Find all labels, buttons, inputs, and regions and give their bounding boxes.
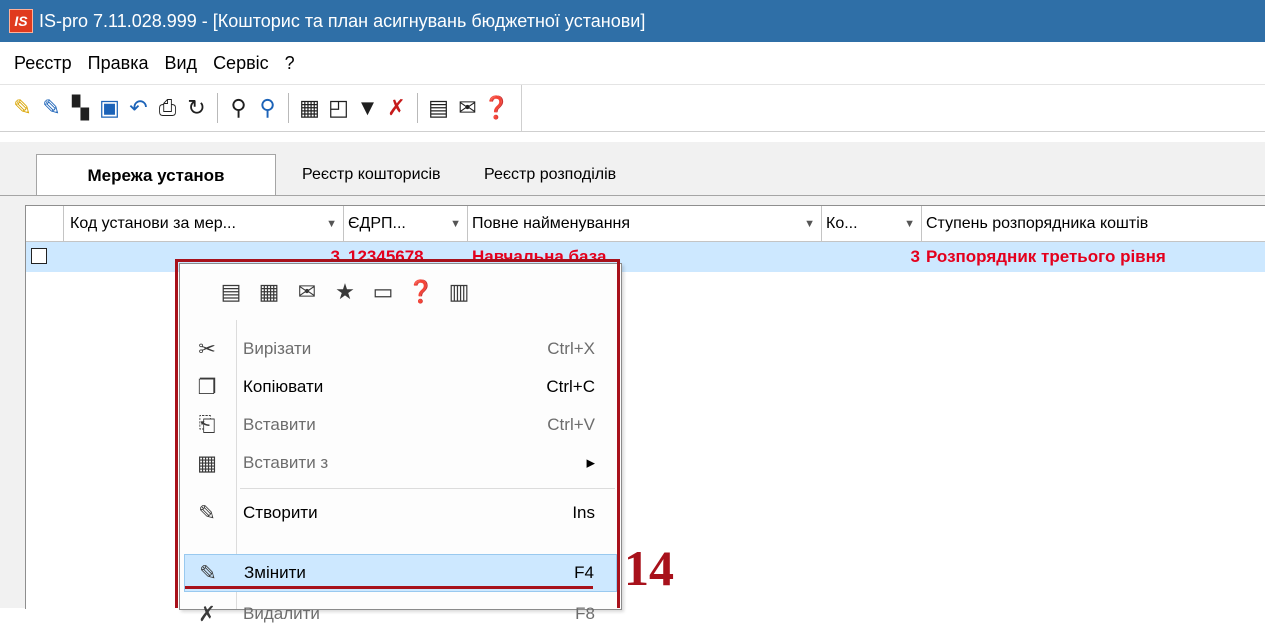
filter-arrow-icon[interactable]: ▼	[904, 218, 915, 230]
menu-item-delete-label: Видалити	[243, 604, 320, 623]
find-next-icon[interactable]: ⚲	[253, 92, 282, 124]
tab-estimates-registry[interactable]: Реєстр кошторисів	[302, 154, 441, 196]
grid-header: Код установи за мер... ▼ ЄДРП... ▼ Повне…	[26, 206, 1265, 242]
undo-icon[interactable]: ↶	[124, 92, 153, 124]
menu-item-copy[interactable]: ❐ Копіювати Ctrl+C	[180, 368, 621, 406]
calculator-icon[interactable]: ▤	[212, 276, 250, 308]
delete-icon: ✗	[198, 602, 216, 626]
menu-item-cut-shortcut: Ctrl+X	[547, 339, 595, 358]
menu-item-copy-shortcut: Ctrl+C	[546, 377, 595, 396]
row-checkbox[interactable]	[31, 248, 47, 264]
menu-item-paste-label: Вставити	[243, 415, 316, 434]
window-title: IS-pro 7.11.028.999 - [Кошторис та план …	[39, 10, 646, 31]
print-icon[interactable]: ⎙	[153, 92, 182, 124]
toolbar-end	[521, 85, 522, 131]
toolbar-separator	[288, 93, 289, 123]
menu-item-edit-shortcut: F4	[574, 563, 594, 582]
scissors-icon: ✂	[198, 337, 216, 361]
annotation-underline	[185, 586, 593, 589]
cell-level: Розпорядник третього рівня	[926, 247, 1166, 266]
edit-icon: ✎	[199, 561, 217, 585]
column-header-edrpou-label: ЄДРП...	[348, 214, 406, 232]
menu-item-copy-label: Копіювати	[243, 377, 324, 396]
calendar-icon[interactable]: ▦	[250, 276, 288, 308]
layout-icon[interactable]: ◰	[324, 92, 353, 124]
copy-icon: ❐	[197, 375, 217, 399]
column-header-full-name-label: Повне найменування	[472, 214, 631, 232]
menu-item-paste-shortcut: Ctrl+V	[547, 415, 595, 434]
tab-institution-network[interactable]: Мережа установ	[36, 154, 276, 197]
form-icon[interactable]: ▤	[424, 92, 453, 124]
create-icon[interactable]: ✎	[8, 92, 37, 124]
columns-icon[interactable]: ▥	[440, 276, 478, 308]
menu-item-create-shortcut: Ins	[572, 503, 595, 522]
annotation-step-number: 14	[624, 540, 674, 596]
column-header-ko-label: Ко...	[826, 214, 858, 232]
menu-item-cut[interactable]: ✂ Вирізати Ctrl+X	[180, 330, 621, 368]
save-icon[interactable]: ▣	[95, 92, 124, 124]
filter-icon[interactable]: ▼	[353, 92, 382, 124]
menu-item-edit-label: Змінити	[244, 563, 306, 582]
tab-allocations-registry[interactable]: Реєстр розподілів	[484, 154, 616, 196]
column-header-full-name[interactable]: Повне найменування ▼	[468, 206, 822, 241]
app-logo: IS	[9, 9, 33, 33]
tab-strip: Мережа установ Реєстр кошторисів Реєстр …	[0, 142, 1265, 197]
context-menu: ▤ ▦ ✉ ★ ▭ ❓ ▥ ✂ Вирізати Ctrl+X ❐ Копіюв…	[179, 263, 622, 626]
toolbar-separator	[217, 93, 218, 123]
create-icon: ✎	[198, 501, 216, 525]
menu-edit[interactable]: Правка	[80, 53, 157, 74]
table-icon[interactable]: ▦	[295, 92, 324, 124]
delete-icon[interactable]: ▚	[66, 92, 95, 124]
menu-item-paste[interactable]: ⎗ Вставити Ctrl+V	[180, 406, 621, 444]
menu-bar: Реєстр Правка Вид Сервіс ?	[0, 42, 1265, 85]
filter-arrow-icon[interactable]: ▼	[326, 218, 337, 230]
mail-icon[interactable]: ✉	[288, 276, 326, 308]
menu-item-create-label: Створити	[243, 503, 318, 522]
favorite-icon[interactable]: ★	[326, 276, 364, 308]
context-menu-toolbar: ▤ ▦ ✉ ★ ▭ ❓ ▥	[180, 264, 621, 320]
paste-from-icon: ▦	[197, 451, 217, 475]
menu-separator	[240, 488, 615, 489]
submenu-arrow-icon: ▸	[586, 453, 595, 472]
menu-item-paste-from-label: Вставити з	[243, 453, 329, 472]
menu-item-paste-from[interactable]: ▦ Вставити з ▸	[180, 444, 621, 482]
toolbar-separator	[417, 93, 418, 123]
help-icon[interactable]: ❓	[482, 92, 511, 124]
form-icon[interactable]: ▭	[364, 276, 402, 308]
edit-icon[interactable]: ✎	[37, 92, 66, 124]
menu-item-delete-shortcut: F8	[575, 604, 595, 623]
toolbar: ✎ ✎ ▚ ▣ ↶ ⎙ ↻ ⚲ ⚲ ▦ ◰ ▼ ✗ ▤ ✉ ❓	[0, 85, 1265, 132]
mail-icon[interactable]: ✉	[453, 92, 482, 124]
menu-item-delete[interactable]: ✗ Видалити F8	[180, 595, 621, 633]
help-icon[interactable]: ❓	[402, 276, 440, 308]
clear-filter-icon[interactable]: ✗	[382, 92, 411, 124]
find-icon[interactable]: ⚲	[224, 92, 253, 124]
title-bar: IS IS-pro 7.11.028.999 - [Кошторис та пл…	[0, 0, 1265, 42]
column-header-code[interactable]: Код установи за мер... ▼	[64, 206, 344, 241]
menu-view[interactable]: Вид	[156, 53, 205, 74]
header-checkbox-column[interactable]	[26, 206, 64, 241]
paste-icon: ⎗	[198, 413, 216, 436]
column-header-edrpou[interactable]: ЄДРП... ▼	[344, 206, 468, 241]
menu-registry[interactable]: Реєстр	[0, 53, 80, 74]
column-header-level[interactable]: Ступень розпорядника коштів	[922, 206, 1265, 241]
menu-help[interactable]: ?	[277, 53, 303, 74]
filter-arrow-icon[interactable]: ▼	[450, 218, 461, 230]
column-header-code-label: Код установи за мер...	[70, 214, 236, 232]
column-header-level-label: Ступень розпорядника коштів	[926, 214, 1149, 232]
menu-item-create[interactable]: ✎ Створити Ins	[180, 494, 621, 532]
menu-item-cut-label: Вирізати	[243, 339, 312, 358]
refresh-icon[interactable]: ↻	[182, 92, 211, 124]
cell-ko: 3	[910, 247, 920, 266]
menu-service[interactable]: Сервіс	[205, 53, 277, 74]
filter-arrow-icon[interactable]: ▼	[804, 218, 815, 230]
column-header-ko[interactable]: Ко... ▼	[822, 206, 922, 241]
